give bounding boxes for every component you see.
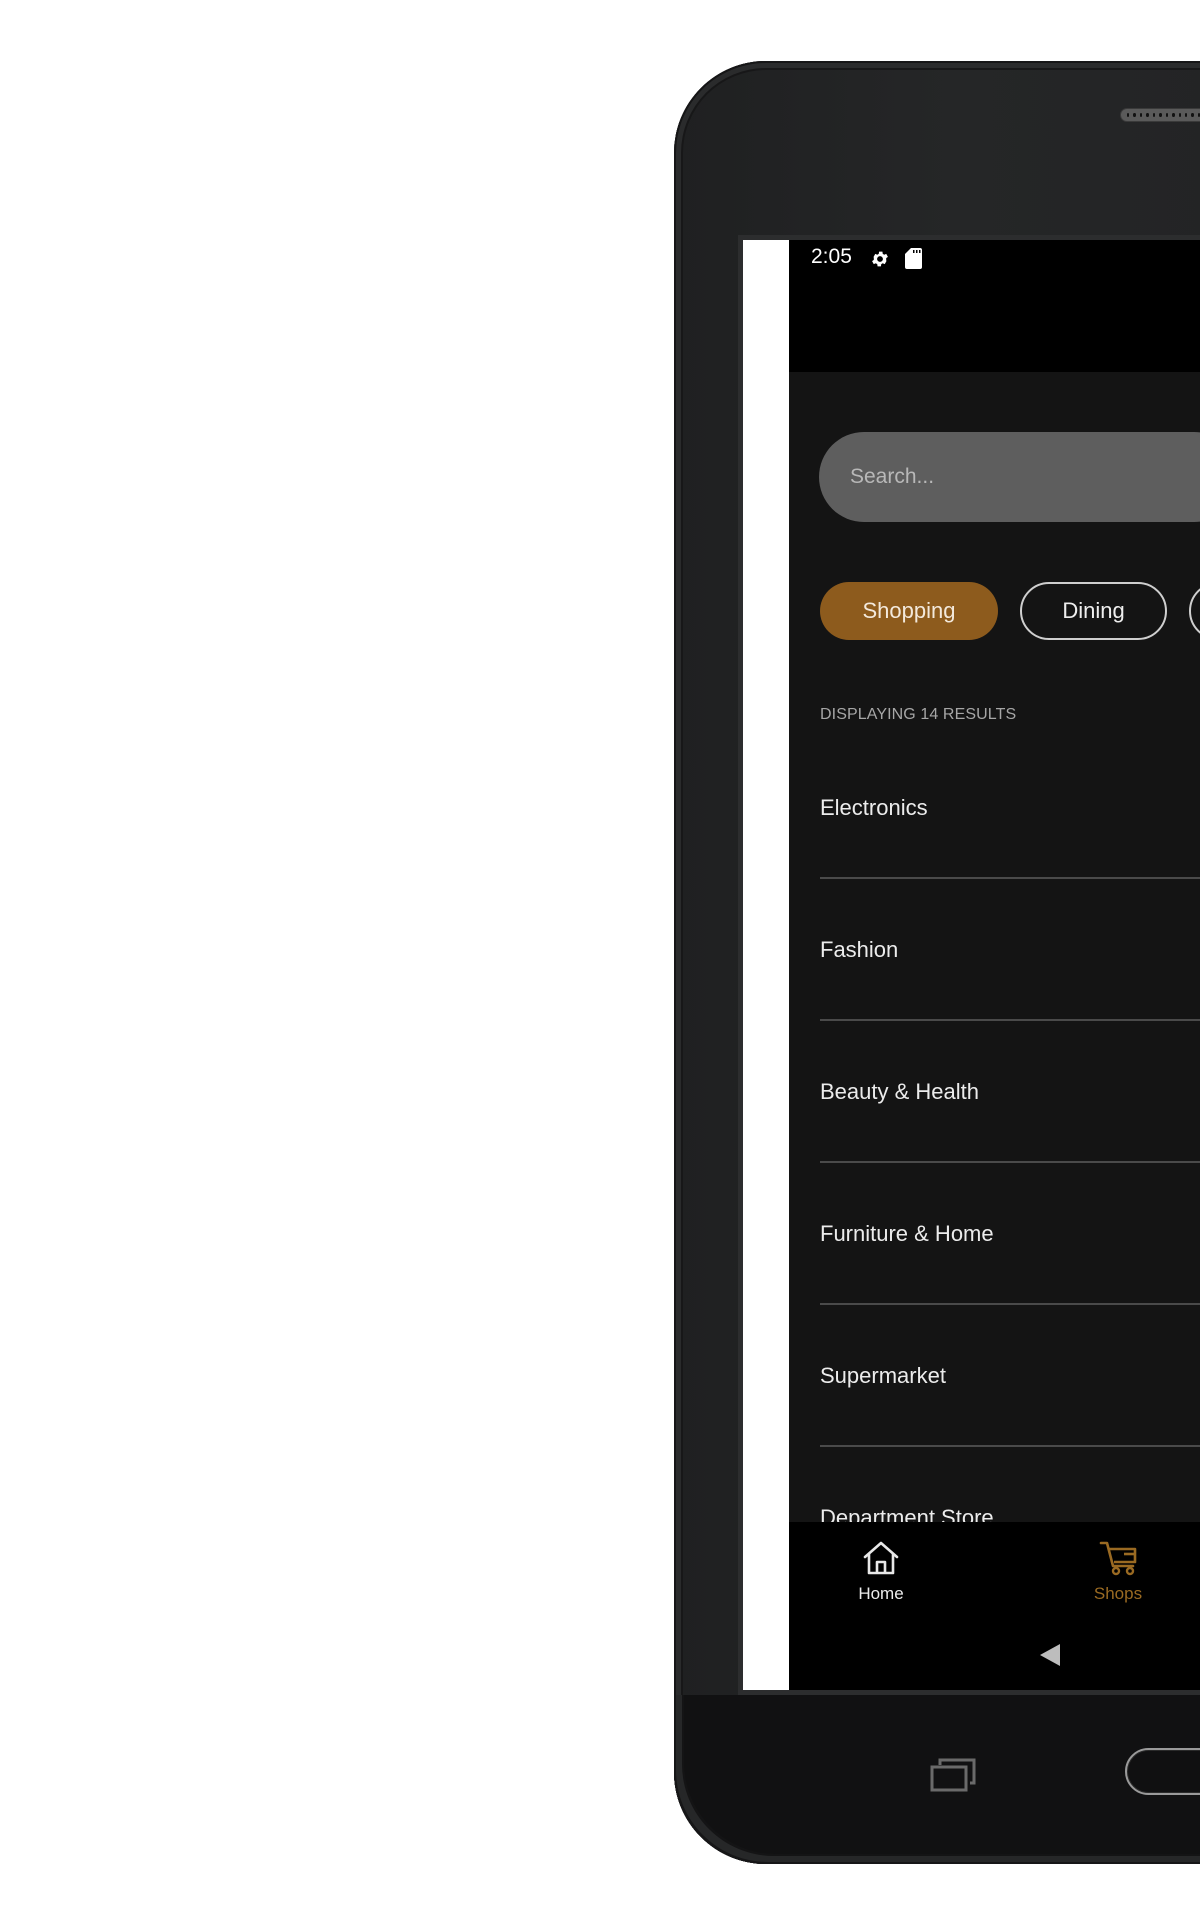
app-screen: 2:05 Shopping Dining DISPLAYING 14 RESUL… (789, 240, 1200, 1690)
nav-tab-home[interactable]: Home (826, 1522, 936, 1622)
back-icon[interactable] (1038, 1643, 1062, 1667)
list-item-label: Beauty & Health (820, 1079, 979, 1104)
speaker-grille (1120, 108, 1200, 122)
filter-chip-dining[interactable]: Dining (1020, 582, 1167, 640)
shopping-cart-icon (1099, 1541, 1137, 1576)
list-item-label: Electronics (820, 795, 928, 820)
list-item-label: Supermarket (820, 1363, 946, 1388)
chip-label: Dining (1062, 598, 1125, 623)
list-item-fashion[interactable]: Fashion (820, 879, 1200, 1021)
category-list: Electronics Fashion Beauty & Health Furn… (820, 737, 1200, 1589)
hardware-home-button[interactable] (1125, 1748, 1200, 1795)
list-item-label: Furniture & Home (820, 1221, 994, 1246)
system-navigation-bar (789, 1622, 1200, 1690)
status-bar: 2:05 (789, 240, 1200, 372)
home-icon (863, 1541, 899, 1575)
filter-chip-shopping[interactable]: Shopping (820, 582, 998, 640)
settings-gear-icon (872, 251, 888, 267)
bottom-navigation: Home Shops (789, 1522, 1200, 1622)
list-item-electronics[interactable]: Electronics (820, 737, 1200, 879)
list-item-beauty-health[interactable]: Beauty & Health (820, 1021, 1200, 1163)
list-item-supermarket[interactable]: Supermarket (820, 1305, 1200, 1447)
results-count: DISPLAYING 14 RESULTS (820, 706, 1017, 723)
search-input[interactable] (819, 432, 1200, 522)
list-item-label: Fashion (820, 937, 899, 962)
list-item-furniture-home[interactable]: Furniture & Home (820, 1163, 1200, 1305)
filter-chip-more[interactable] (1189, 582, 1200, 640)
nav-label-home: Home (858, 1584, 904, 1603)
status-time: 2:05 (811, 245, 852, 268)
screen-edge-strip (743, 240, 789, 1690)
sd-card-icon (905, 248, 922, 269)
nav-tab-shops[interactable]: Shops (1063, 1522, 1173, 1622)
chip-label: Shopping (862, 598, 956, 623)
nav-label-shops: Shops (1093, 1584, 1143, 1603)
recent-apps-icon[interactable] (930, 1757, 976, 1793)
search-bar[interactable] (819, 432, 1200, 522)
